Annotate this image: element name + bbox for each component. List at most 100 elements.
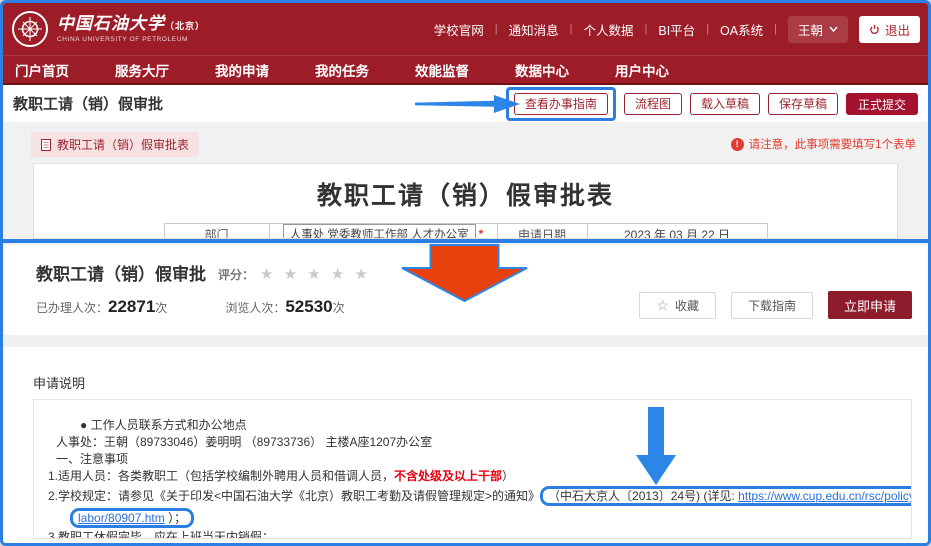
link-notifications[interactable]: 通知消息 xyxy=(509,20,559,39)
handled-value: 22871 xyxy=(108,297,155,317)
rating-label: 评分： xyxy=(218,266,254,283)
university-name-cn: 中国石油大学（北京） xyxy=(57,15,205,34)
annotation-highlight-policy-ref: （中石大京人〔2013〕24号) (详见: https://www.cup.ed… xyxy=(540,486,912,506)
contact-line: 人事处：王朝（89733046）姜明明 （89733736） 主楼A座1207办… xyxy=(42,435,903,450)
divider: | xyxy=(774,23,777,35)
service-buttons: ☆ 收藏 下载指南 立即申请 xyxy=(639,291,912,319)
divider: | xyxy=(645,23,648,35)
form-toolbar: 教职工请（销）假审批 查看办事指南 流程图 载入草稿 保存草稿 正式提交 xyxy=(3,85,928,122)
service-rating: 评分： ★ ★ ★ ★ ★ xyxy=(218,265,371,283)
form-count-notice-text: 请注意，此事项需要填写1个表单 xyxy=(749,136,916,152)
nav-item-service-hall[interactable]: 服务大厅 xyxy=(115,60,169,80)
logout-label: 退出 xyxy=(885,20,910,39)
date-label-cell: 申请日期 xyxy=(497,224,587,240)
instructions-box: ● 工作人员联系方式和办公地点 人事处：王朝（89733046）姜明明 （897… xyxy=(33,399,912,539)
note-item-2: 2.学校规定：请参见《关于印发<中国石油大学《北京）教职工考勤及请假管理规定>的… xyxy=(42,486,903,506)
chevron-down-icon xyxy=(829,26,838,32)
nav-item-data-center[interactable]: 数据中心 xyxy=(515,60,569,80)
main-nav: 门户首页 服务大厅 我的申请 我的任务 效能监督 数据中心 用户中心 xyxy=(3,55,928,85)
service-stats: 已办理人次： 22871 次 浏览人次： 52530 次 xyxy=(36,297,345,317)
view-guide-button[interactable]: 查看办事指南 xyxy=(514,93,608,115)
university-seal-icon xyxy=(11,10,49,48)
apply-now-button[interactable]: 立即申请 xyxy=(828,291,912,319)
divider: | xyxy=(706,23,709,35)
annotation-highlight-policy-url: labor/80907.htm ）； xyxy=(70,508,194,528)
table-row: 部门 人事处 党委教师工作部 人才办公室* 申请日期 2023 年 03 月 2… xyxy=(164,224,767,240)
university-name-en: CHINA UNIVERSITY OF PETROLEUM xyxy=(57,36,205,43)
note-item-2-text: 2.学校规定：请参见《关于印发<中国石油大学《北京）教职工考勤及请假管理规定>的… xyxy=(48,489,540,503)
views-label: 浏览人次： xyxy=(225,299,285,316)
rating-stars[interactable]: ★ ★ ★ ★ ★ xyxy=(260,265,371,283)
university-name-block: 中国石油大学（北京） CHINA UNIVERSITY OF PETROLEUM xyxy=(57,15,205,43)
university-name-text: 中国石油大学 xyxy=(57,14,165,33)
dept-label-cell: 部门 xyxy=(164,224,269,240)
form-count-notice: ! 请注意，此事项需要填写1个表单 xyxy=(731,136,916,152)
link-oa-system[interactable]: OA系统 xyxy=(720,20,763,39)
handled-unit: 次 xyxy=(155,299,167,316)
power-icon xyxy=(869,24,880,35)
toolbar-buttons: 查看办事指南 流程图 载入草稿 保存草稿 正式提交 xyxy=(506,87,918,121)
university-logo: 中国石油大学（北京） CHINA UNIVERSITY OF PETROLEUM xyxy=(11,10,205,48)
nav-item-home[interactable]: 门户首页 xyxy=(15,60,69,80)
note-item-1-suffix: ） xyxy=(502,469,514,483)
note-item-3: 3.教职工休假完毕，应在上班当天内销假； xyxy=(42,530,903,539)
policy-link-part1[interactable]: https://www.cup.edu.cn/rsc/policy/p- xyxy=(738,489,912,503)
nav-item-efficiency[interactable]: 效能监督 xyxy=(415,60,469,80)
site-header: 中国石油大学（北京） CHINA UNIVERSITY OF PETROLEUM… xyxy=(3,3,928,55)
policy-link-part2[interactable]: labor/80907.htm xyxy=(78,511,165,525)
user-name: 王朝 xyxy=(798,20,823,39)
instructions-heading: 申请说明 xyxy=(33,373,85,392)
warning-icon: ! xyxy=(731,138,744,151)
form-tab-label: 教职工请（销）假审批表 xyxy=(57,136,189,153)
portal-page: 中国石油大学（北京） CHINA UNIVERSITY OF PETROLEUM… xyxy=(0,0,931,546)
views-unit: 次 xyxy=(333,299,345,316)
views-value: 52530 xyxy=(285,297,332,317)
note-item-1-text: 1.适用人员：各类教职工（包括学校编制外聘用人员和借调人员， xyxy=(48,469,394,483)
favorite-button[interactable]: ☆ 收藏 xyxy=(639,292,716,319)
annotation-arrow-down-blue xyxy=(636,407,676,485)
nav-item-user-center[interactable]: 用户中心 xyxy=(615,60,669,80)
divider: | xyxy=(570,23,573,35)
page-title: 教职工请（销）假审批 xyxy=(13,93,163,114)
download-guide-button[interactable]: 下载指南 xyxy=(731,292,813,319)
header-links: 学校官网 | 通知消息 | 个人数据 | BI平台 | OA系统 | 王朝 退出 xyxy=(434,16,920,43)
contact-section-title-text: 工作人员联系方式和办公地点 xyxy=(91,418,247,432)
annotation-arrow-right xyxy=(415,93,521,115)
required-mark: * xyxy=(479,227,484,239)
dept-input[interactable]: 人事处 党委教师工作部 人才办公室 xyxy=(283,224,476,239)
star-icon: ☆ xyxy=(656,297,669,314)
policy-ref-text: （中石大京人〔2013〕24号) (详见: xyxy=(548,489,738,503)
note-item-1: 1.适用人员：各类教职工（包括学校编制外聘用人员和借调人员，不含处级及以上干部） xyxy=(42,469,903,484)
favorite-label: 收藏 xyxy=(675,297,699,314)
leave-form-card: 教职工请（销）假审批表 部门 人事处 党委教师工作部 人才办公室* 申请日期 2… xyxy=(33,163,898,239)
bullet-icon: ● xyxy=(80,418,87,432)
dept-input-cell: 人事处 党委教师工作部 人才办公室* xyxy=(269,224,497,240)
form-title: 教职工请（销）假审批表 xyxy=(34,176,897,212)
save-draft-button[interactable]: 保存草稿 xyxy=(768,93,838,115)
submit-button[interactable]: 正式提交 xyxy=(846,93,918,115)
service-detail-screenshot: 教职工请（销）假审批 评分： ★ ★ ★ ★ ★ 已办理人次： 22871 次 … xyxy=(3,243,928,543)
service-title: 教职工请（销）假审批 xyxy=(36,260,206,285)
divider: | xyxy=(495,23,498,35)
handled-label: 已办理人次： xyxy=(36,299,108,316)
link-bi-platform[interactable]: BI平台 xyxy=(658,20,695,39)
form-tab[interactable]: 教职工请（销）假审批表 xyxy=(31,132,199,157)
note-item-1-emphasis: 不含处级及以上干部 xyxy=(394,469,502,483)
annotation-highlight-guide: 查看办事指南 xyxy=(506,87,616,121)
university-branch-text: （北京） xyxy=(165,21,205,31)
policy-ref-suffix: ）； xyxy=(165,511,186,525)
nav-item-my-tasks[interactable]: 我的任务 xyxy=(315,60,369,80)
note-item-2-wrap: labor/80907.htm ）； xyxy=(42,508,903,528)
load-draft-button[interactable]: 载入草稿 xyxy=(690,93,760,115)
user-menu[interactable]: 王朝 xyxy=(788,16,848,43)
flowchart-button[interactable]: 流程图 xyxy=(624,93,682,115)
nav-item-my-applications[interactable]: 我的申请 xyxy=(215,60,269,80)
form-header-table: 部门 人事处 党委教师工作部 人才办公室* 申请日期 2023 年 03 月 2… xyxy=(164,223,768,239)
date-value-cell: 2023 年 03 月 22 日 xyxy=(587,224,767,240)
logout-button[interactable]: 退出 xyxy=(859,16,920,43)
application-instructions-card: 申请说明 ● 工作人员联系方式和办公地点 人事处：王朝（89733046）姜明明… xyxy=(3,347,928,543)
link-personal-data[interactable]: 个人数据 xyxy=(584,20,634,39)
link-school-site[interactable]: 学校官网 xyxy=(434,20,484,39)
annotation-arrow-down-red xyxy=(401,244,528,302)
contact-section-title: ● 工作人员联系方式和办公地点 xyxy=(42,418,903,433)
